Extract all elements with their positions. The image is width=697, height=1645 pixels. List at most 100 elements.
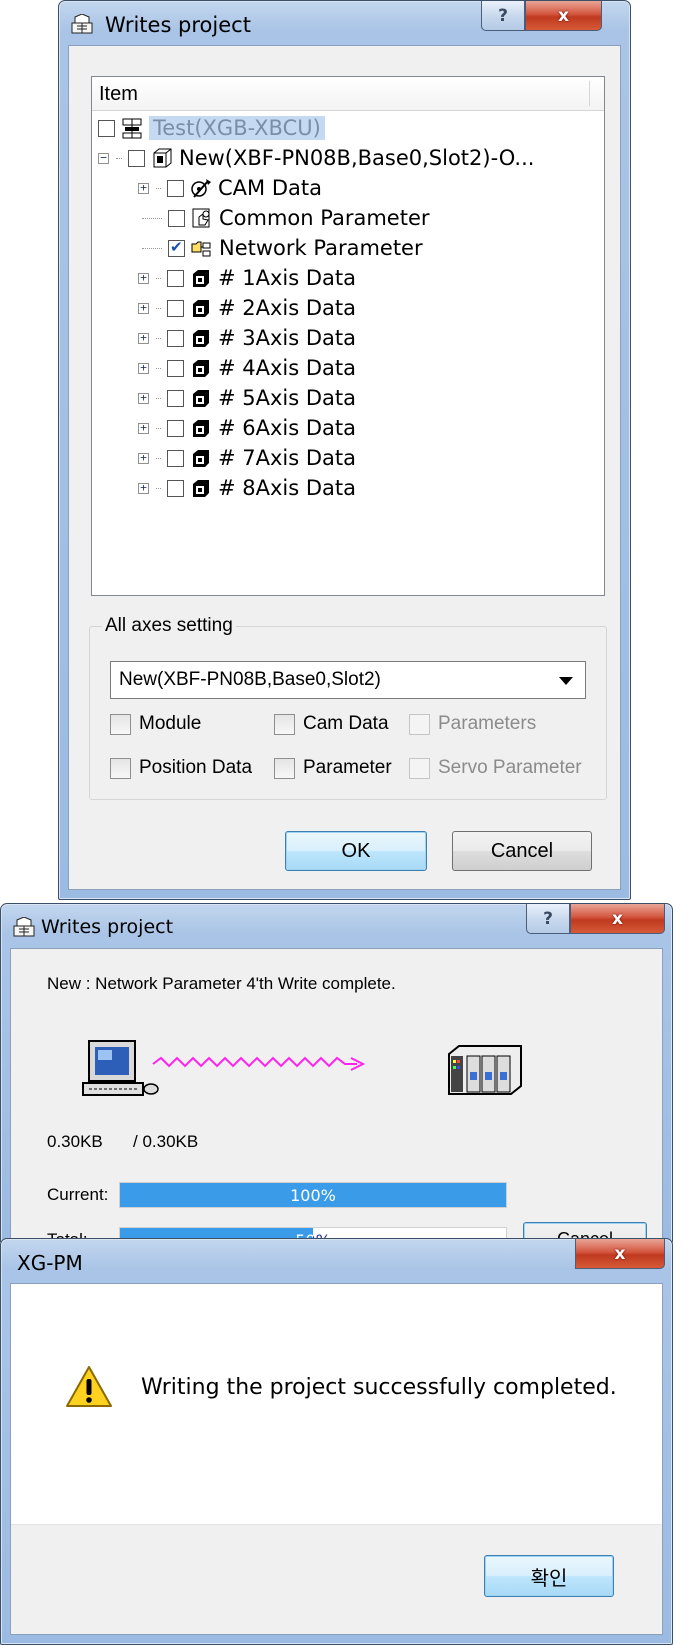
writes-project-icon <box>13 917 35 937</box>
expand-icon[interactable]: + <box>138 422 149 434</box>
tree-row-axis-5[interactable]: + # 5Axis Data <box>138 383 356 413</box>
module-select[interactable]: New(XBF-PN08B,Base0,Slot2) <box>110 661 586 699</box>
option-label: Cam Data <box>303 713 389 734</box>
checkbox[interactable] <box>274 757 295 779</box>
tree-row-axis-8[interactable]: + # 8Axis Data <box>138 473 356 503</box>
tree-row-label: CAM Data <box>218 176 322 200</box>
progress-text: 100% <box>290 1186 336 1205</box>
expand-icon[interactable]: + <box>138 302 149 314</box>
expand-icon[interactable]: + <box>138 332 149 344</box>
dropdown-arrow-icon[interactable] <box>559 677 573 685</box>
tree-column-header[interactable]: Item <box>92 77 604 111</box>
servo-parameter-option: Servo Parameter <box>409 757 582 779</box>
tree-row-axis-7[interactable]: + # 7Axis Data <box>138 443 356 473</box>
tree-row-common-parameter[interactable]: Common Parameter <box>142 203 430 233</box>
tree-row-axis-4[interactable]: + # 4Axis Data <box>138 353 356 383</box>
message-text: Writing the project successfully complet… <box>141 1375 617 1400</box>
checkbox[interactable] <box>167 299 184 317</box>
title-bar[interactable]: XG-PM x <box>1 1239 672 1283</box>
tree-row-label: # 7Axis Data <box>218 446 357 470</box>
dialog-body: New : Network Parameter 4'th Write compl… <box>10 948 663 1257</box>
expand-icon[interactable]: + <box>138 182 149 194</box>
tree-row-network-parameter[interactable]: Network Parameter <box>142 233 423 263</box>
checkbox-disabled <box>409 757 430 779</box>
module-option[interactable]: Module <box>110 713 201 735</box>
tree-row-label: # 6Axis Data <box>218 416 357 440</box>
xg-pm-message-box: XG-PM x Writing the project successfully… <box>0 1238 673 1645</box>
size-done: 0.30KB <box>47 1132 103 1151</box>
option-label: Servo Parameter <box>438 757 582 778</box>
checkbox[interactable] <box>128 149 145 167</box>
axis-data-icon <box>193 330 209 347</box>
expand-icon[interactable]: + <box>138 392 149 404</box>
dialog-title: XG-PM <box>17 1251 83 1275</box>
checkbox[interactable] <box>167 329 184 347</box>
checkbox[interactable] <box>274 713 295 735</box>
button-bar: 확인 <box>11 1524 662 1634</box>
tree-row-axis-2[interactable]: + # 2Axis Data <box>138 293 356 323</box>
title-bar[interactable]: Writes project ? x <box>59 1 630 45</box>
checkbox[interactable] <box>110 713 131 735</box>
title-bar[interactable]: Writes project ? x <box>1 904 672 948</box>
checkbox[interactable] <box>168 209 185 227</box>
expand-icon[interactable]: + <box>138 452 149 464</box>
axis-data-icon <box>193 360 209 377</box>
axis-data-icon <box>193 450 209 467</box>
tree-row-label: # 5Axis Data <box>218 386 357 410</box>
tree-row-label: # 3Axis Data <box>218 326 357 350</box>
expand-icon[interactable]: + <box>138 272 149 284</box>
tree-row-project[interactable]: Test(XGB-XBCU) <box>98 113 325 143</box>
write-progress-dialog: Writes project ? x New : Network Paramet… <box>0 903 673 1257</box>
checkbox[interactable] <box>167 269 184 287</box>
transfer-arrow-icon <box>152 1056 366 1071</box>
group-legend: All axes setting <box>102 615 236 637</box>
plc-rack-icon <box>448 1045 522 1095</box>
checkbox[interactable] <box>167 389 184 407</box>
axis-data-icon <box>193 390 209 407</box>
tree-row-label: Network Parameter <box>219 236 423 260</box>
checkbox[interactable] <box>98 119 115 137</box>
axis-data-icon <box>193 420 209 437</box>
cancel-button[interactable]: Cancel <box>452 831 592 871</box>
project-item-tree[interactable]: Item Test(XGB-XBCU) − New(XBF-PN08B,Base… <box>91 76 605 596</box>
confirm-button[interactable]: 확인 <box>484 1555 614 1597</box>
tree-row-label: Test(XGB-XBCU) <box>149 116 325 140</box>
tree-row-axis-3[interactable]: + # 3Axis Data <box>138 323 356 353</box>
tree-row-module[interactable]: − New(XBF-PN08B,Base0,Slot2)-O... <box>98 143 534 173</box>
checkbox-checked[interactable] <box>168 238 185 257</box>
dialog-title: Writes project <box>41 916 174 938</box>
close-button[interactable]: x <box>575 1239 665 1269</box>
collapse-icon[interactable]: − <box>98 152 109 164</box>
help-button[interactable]: ? <box>481 1 525 31</box>
tree-row-axis-6[interactable]: + # 6Axis Data <box>138 413 356 443</box>
tree-row-label: # 8Axis Data <box>218 476 357 500</box>
dialog-title: Writes project <box>105 13 251 37</box>
module-select-value: New(XBF-PN08B,Base0,Slot2) <box>119 669 381 690</box>
help-button[interactable]: ? <box>526 904 570 934</box>
checkbox[interactable] <box>167 479 184 497</box>
checkbox[interactable] <box>167 449 184 467</box>
tree-row-label: Common Parameter <box>219 206 430 230</box>
cam-data-icon <box>191 179 211 198</box>
tree-row-cam-data[interactable]: + CAM Data <box>138 173 322 203</box>
checkbox[interactable] <box>167 179 184 197</box>
ok-button[interactable]: OK <box>285 831 427 871</box>
status-message: New : Network Parameter 4'th Write compl… <box>47 974 396 993</box>
tree-row-axis-1[interactable]: + # 1Axis Data <box>138 263 356 293</box>
all-axes-setting-group: All axes setting New(XBF-PN08B,Base0,Slo… <box>89 615 607 800</box>
position-data-option[interactable]: Position Data <box>110 757 252 779</box>
checkbox[interactable] <box>110 757 131 779</box>
checkbox[interactable] <box>167 359 184 377</box>
expand-icon[interactable]: + <box>138 362 149 374</box>
tree-row-label: New(XBF-PN08B,Base0,Slot2)-O... <box>179 146 535 170</box>
expand-icon[interactable]: + <box>138 482 149 494</box>
cam-data-option[interactable]: Cam Data <box>274 713 389 735</box>
close-button[interactable]: x <box>525 1 602 31</box>
close-button[interactable]: x <box>570 904 665 934</box>
checkbox[interactable] <box>167 419 184 437</box>
parameters-option: Parameters <box>409 713 536 735</box>
axis-data-icon <box>193 270 209 287</box>
common-parameter-icon <box>192 208 210 228</box>
parameter-option[interactable]: Parameter <box>274 757 392 779</box>
option-label: Module <box>139 713 202 734</box>
